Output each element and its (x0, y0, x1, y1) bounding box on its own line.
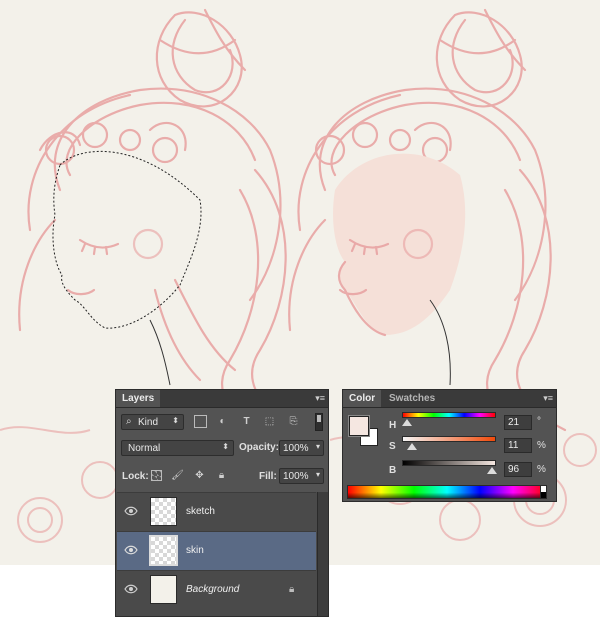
blend-mode-value: Normal (128, 443, 161, 454)
fill-label: Fill: (259, 471, 277, 482)
opacity-input[interactable]: 100% ▾ (279, 440, 324, 456)
brightness-slider-thumb[interactable] (487, 467, 498, 474)
layer-thumbnail (150, 575, 177, 604)
visibility-eye-icon[interactable] (124, 584, 138, 594)
saturation-slider-thumb[interactable] (407, 443, 418, 450)
layer-lock-icon: 🔒︎ (289, 584, 295, 595)
layer-name[interactable]: skin (186, 545, 204, 556)
layers-tab-bar: Layers ▾≡ (116, 390, 328, 408)
hue-value-field[interactable]: 21 (504, 415, 532, 430)
layer-list: sketch skin Background 🔒︎ (116, 492, 328, 616)
image-filter-icon[interactable] (194, 415, 207, 428)
lock-image-pixels-icon[interactable]: 🖌︎ (171, 469, 184, 482)
hue-label: H (389, 420, 397, 431)
brightness-unit: % (537, 464, 546, 475)
type-filter-icon[interactable]: T (240, 415, 253, 428)
brightness-label: B (389, 465, 397, 476)
smart-object-filter-icon[interactable]: ⎘ (287, 415, 300, 428)
white-black-ramp-swatch[interactable] (540, 485, 547, 499)
layer-row-background[interactable]: Background 🔒︎ (117, 570, 316, 609)
layer-filter-kind-dropdown[interactable]: ⌕ Kind ⬍ (121, 414, 184, 430)
brightness-slider-track[interactable] (402, 460, 496, 466)
blend-mode-dropdown[interactable]: Normal ⬍ (121, 440, 234, 456)
foreground-color-swatch[interactable] (348, 415, 370, 437)
layer-row-sketch[interactable]: sketch (117, 492, 316, 531)
hue-unit: ° (537, 416, 541, 427)
panel-menu-icon[interactable]: ▾≡ (541, 393, 553, 403)
lock-position-icon[interactable]: ✥ (193, 469, 206, 482)
opacity-label: Opacity: (239, 442, 280, 453)
color-tab-bar: Color Swatches ▾≡ (343, 390, 556, 408)
layer-list-scrollbar[interactable] (317, 492, 328, 616)
tab-swatches[interactable]: Swatches (383, 390, 438, 407)
layer-row-skin[interactable]: skin (117, 531, 316, 570)
color-spectrum-ramp[interactable] (347, 485, 547, 499)
filter-kind-label: Kind (138, 417, 159, 428)
shape-filter-icon[interactable]: ⬚ (263, 415, 276, 428)
search-icon: ⌕ (126, 416, 132, 427)
tab-layers[interactable]: Layers (116, 390, 160, 407)
layer-name[interactable]: Background (186, 584, 239, 595)
panel-menu-icon[interactable]: ▾≡ (313, 393, 325, 403)
filter-toggle-switch[interactable] (315, 413, 323, 431)
layer-name[interactable]: sketch (186, 506, 215, 517)
fill-value: 100% (283, 471, 309, 482)
layers-panel: Layers ▾≡ ⌕ Kind ⬍ ◐ T ⬚ ⎘ Normal ⬍ Opac… (115, 389, 329, 617)
chevron-updown-icon: ⬍ (172, 416, 179, 425)
fill-input[interactable]: 100% ▾ (279, 468, 324, 484)
color-panel: Color Swatches ▾≡ H 21 ° S 11 % B 96 % (342, 389, 557, 502)
lock-all-icon[interactable]: 🔒︎ (215, 469, 228, 482)
saturation-unit: % (537, 440, 546, 451)
lock-label: Lock: (122, 471, 149, 482)
adjustment-filter-icon[interactable]: ◐ (216, 415, 229, 428)
layer-thumbnail (150, 497, 177, 526)
tab-color[interactable]: Color (343, 390, 381, 407)
saturation-value-field[interactable]: 11 (504, 438, 532, 453)
saturation-label: S (389, 441, 396, 452)
opacity-value: 100% (283, 443, 309, 454)
lock-transparency-icon[interactable] (151, 470, 162, 481)
hue-slider-thumb[interactable] (402, 419, 413, 426)
visibility-eye-icon[interactable] (124, 506, 138, 516)
brightness-value-field[interactable]: 96 (504, 462, 532, 477)
layer-thumbnail (149, 535, 178, 566)
hue-slider-track[interactable] (402, 412, 496, 418)
chevron-down-icon[interactable]: ▾ (316, 442, 320, 451)
chevron-updown-icon: ⬍ (222, 442, 229, 451)
saturation-slider-track[interactable] (402, 436, 496, 442)
chevron-down-icon[interactable]: ▾ (316, 470, 320, 479)
visibility-eye-icon[interactable] (124, 545, 138, 555)
